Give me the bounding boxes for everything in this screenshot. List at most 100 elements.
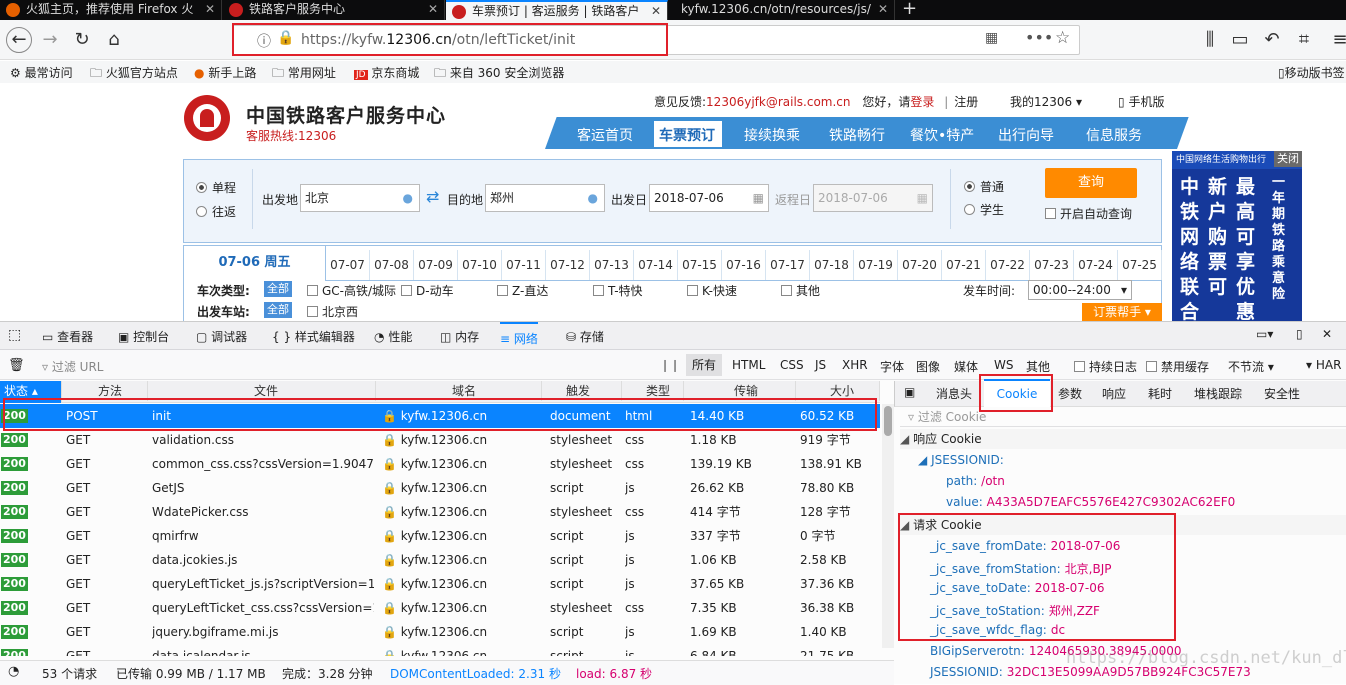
filter-css[interactable]: CSS [780,358,804,372]
ticket-student-radio[interactable]: 学生 [964,201,1004,218]
table-row[interactable]: 200 GET common_css.css?cssVersion=1.9047 🔒 … [0,452,880,476]
browser-tab[interactable]: 火狐主页，推荐使用 Firefox 火 ✕ [0,0,222,20]
url-filter-input[interactable]: ▿ 过滤 URL [42,358,103,375]
train-type-other-checkbox[interactable]: 其他 [781,282,820,299]
date-tab[interactable]: 07-11 [502,250,546,280]
booking-help-button[interactable]: 订票帮手 ▾ [1082,303,1162,321]
filter-fonts[interactable]: 字体 [880,358,904,375]
date-tab[interactable]: 07-24 [1074,250,1118,280]
date-tab[interactable]: 07-14 [634,250,678,280]
close-icon[interactable]: ✕ [651,2,661,20]
filter-js[interactable]: JS [815,358,826,372]
filter-html[interactable]: HTML [732,358,765,372]
nav-item-railway[interactable]: 铁路畅行 [829,125,885,145]
date-tab[interactable]: 07-07 [326,250,370,280]
tab-performance[interactable]: ◔ 性能 [374,328,412,345]
date-tab[interactable]: 07-20 [898,250,942,280]
home-icon[interactable]: ⌂ [102,28,126,52]
detail-tab-headers[interactable]: 消息头 [936,385,972,402]
table-row[interactable]: 200 GET queryLeftTicket_css.css?cssVersion… [0,596,880,620]
nav-item-transfer[interactable]: 接续换乘 [744,125,800,145]
train-type-gc-checkbox[interactable]: GC-高铁/城际 [307,282,396,299]
trash-icon[interactable]: 🗑 [8,358,25,373]
filter-ws[interactable]: WS [994,358,1013,372]
undo-icon[interactable]: ↶ [1260,28,1284,52]
query-button[interactable]: 查询 [1045,168,1137,198]
detail-tab-security[interactable]: 安全性 [1264,385,1300,402]
filter-all[interactable]: 所有 [686,354,723,376]
new-tab-button[interactable]: + [902,0,917,19]
date-tab[interactable]: 07-12 [546,250,590,280]
to-station-input[interactable]: 郑州 ● [485,184,605,212]
pause-icon[interactable]: ❘❘ [660,358,680,372]
date-tab[interactable]: 07-09 [414,250,458,280]
bookmark-item[interactable]: ▯移动版书签 [1278,64,1345,81]
filter-images[interactable]: 图像 [916,358,940,375]
swap-icon[interactable]: ⇄ [426,187,439,206]
detail-tab-params[interactable]: 参数 [1058,385,1082,402]
all-stations-button[interactable]: 全部 [264,302,292,318]
date-tab[interactable]: 07-17 [766,250,810,280]
ad-close-button[interactable]: 关闭 [1274,151,1302,167]
date-tab[interactable]: 07-21 [942,250,986,280]
tab-console[interactable]: ▣ 控制台 [118,328,169,345]
table-row[interactable]: 200 GET validation.css 🔒 kyfw.12306.cn style… [0,428,880,452]
date-tab[interactable]: 07-22 [986,250,1030,280]
performance-icon[interactable]: ◔ [8,664,19,679]
nav-item-home[interactable]: 客运首页 [577,125,633,145]
from-station-input[interactable]: 北京 ● [300,184,420,212]
persist-log-checkbox[interactable]: 持续日志 [1074,358,1137,375]
table-row[interactable]: 200 GET data.jcokies.js 🔒 kyfw.12306.cn scri… [0,548,880,572]
bookmark-item[interactable]: ⚙ 最常访问 [10,64,73,81]
bookmark-star-icon[interactable]: ☆ [1055,28,1070,48]
tab-style-editor[interactable]: { } 样式编辑器 [272,328,355,345]
detail-tab-response[interactable]: 响应 [1102,385,1126,402]
bookmark-item[interactable]: 🗀 来自 360 安全浏览器 [434,64,564,85]
table-row[interactable]: 200 GET queryLeftTicket_js.js?scriptVersio… [0,572,880,596]
filter-other[interactable]: 其他 [1026,358,1050,375]
tab-memory[interactable]: ◫ 内存 [440,328,479,345]
train-type-k-checkbox[interactable]: K-快速 [687,282,737,299]
disable-cache-checkbox[interactable]: 禁用缓存 [1146,358,1209,375]
trip-one-way-radio[interactable]: 单程 [196,179,236,196]
trip-round-radio[interactable]: 往返 [196,203,236,220]
forward-button[interactable]: → [38,28,62,52]
reload-button[interactable]: ↻ [70,28,94,52]
date-tab-current[interactable]: 07-06 周五 [184,246,326,281]
close-icon[interactable]: ✕ [205,0,215,18]
browser-tab[interactable]: 铁路客户服务中心 ✕ [223,0,445,20]
nav-item-info[interactable]: 信息服务 [1086,125,1142,145]
panel-toggle-icon[interactable]: ▣ [904,385,915,399]
all-train-types-button[interactable]: 全部 [264,281,292,297]
train-type-t-checkbox[interactable]: T-特快 [593,282,643,299]
register-link[interactable]: 注册 [954,95,978,109]
date-tab[interactable]: 07-18 [810,250,854,280]
ad-banner[interactable]: 中国网络生活购物出行 关闭 中铁网络联合 新户购票可 最高可享优惠 一年期铁路乘… [1172,151,1302,321]
bookmark-item[interactable]: 🗀 常用网址 [272,64,336,85]
response-cookie-header[interactable]: ◢ 响应 Cookie [900,429,1346,449]
detail-tab-stack-trace[interactable]: 堆栈跟踪 [1194,385,1242,402]
train-type-d-checkbox[interactable]: D-动车 [401,282,454,299]
dock-icon[interactable]: ▭▾ [1256,327,1273,341]
auto-query-checkbox[interactable]: 开启自动查询 [1045,205,1132,222]
request-list-scrollbar[interactable] [882,404,894,648]
bookmark-item[interactable]: 🗀 火狐官方站点 [90,64,178,85]
detail-tab-timings[interactable]: 耗时 [1148,385,1172,402]
date-tab[interactable]: 07-23 [1030,250,1074,280]
separate-window-icon[interactable]: ▯ [1296,327,1303,341]
back-button[interactable]: ← [6,27,32,53]
date-tab[interactable]: 07-25 [1118,250,1162,280]
ticket-normal-radio[interactable]: 普通 [964,178,1004,195]
cookie-filter-input[interactable]: ▿ 过滤 Cookie [900,407,1346,427]
tab-inspector[interactable]: ▭ 查看器 [42,328,93,345]
date-tab[interactable]: 07-15 [678,250,722,280]
library-icon[interactable]: ⫼ [1198,28,1222,52]
close-icon[interactable]: ✕ [1322,327,1332,341]
close-icon[interactable]: ✕ [878,0,888,18]
filter-xhr[interactable]: XHR [842,358,868,372]
bookmark-item[interactable]: ● 新手上路 [194,64,256,81]
sidebar-icon[interactable]: ▭ [1228,28,1252,52]
feedback-email-link[interactable]: 12306yjfk@rails.com.cn [706,95,850,109]
close-icon[interactable]: ✕ [428,0,438,18]
table-row[interactable]: 200 GET GetJS 🔒 kyfw.12306.cn script js 26.62 … [0,476,880,500]
